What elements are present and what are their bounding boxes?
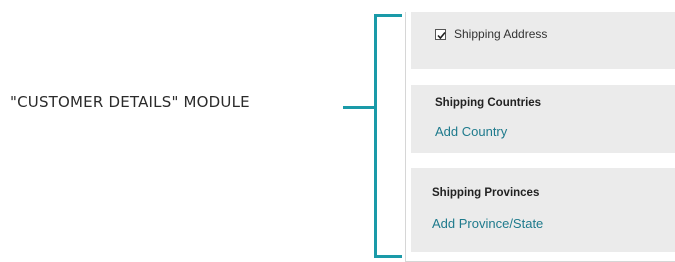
shipping-address-option[interactable]: Shipping Address: [435, 27, 547, 41]
shipping-address-section: Shipping Address: [411, 12, 675, 69]
bracket-line: [374, 14, 377, 258]
add-country-link[interactable]: Add Country: [435, 124, 507, 139]
shipping-countries-section: Shipping Countries Add Country: [411, 85, 675, 153]
bracket-top-arm: [374, 14, 402, 17]
shipping-provinces-title: Shipping Provinces: [432, 187, 540, 199]
shipping-address-label: Shipping Address: [454, 27, 548, 41]
shipping-countries-title: Shipping Countries: [435, 97, 542, 109]
shipping-provinces-section: Shipping Provinces Add Province/State: [411, 168, 675, 252]
checkmark-icon: [437, 31, 446, 39]
bracket-connector: [343, 106, 375, 109]
module-label: "CUSTOMER DETAILS" MODULE: [10, 93, 250, 111]
shipping-address-checkbox[interactable]: [435, 28, 446, 40]
add-province-link[interactable]: Add Province/State: [432, 216, 543, 231]
